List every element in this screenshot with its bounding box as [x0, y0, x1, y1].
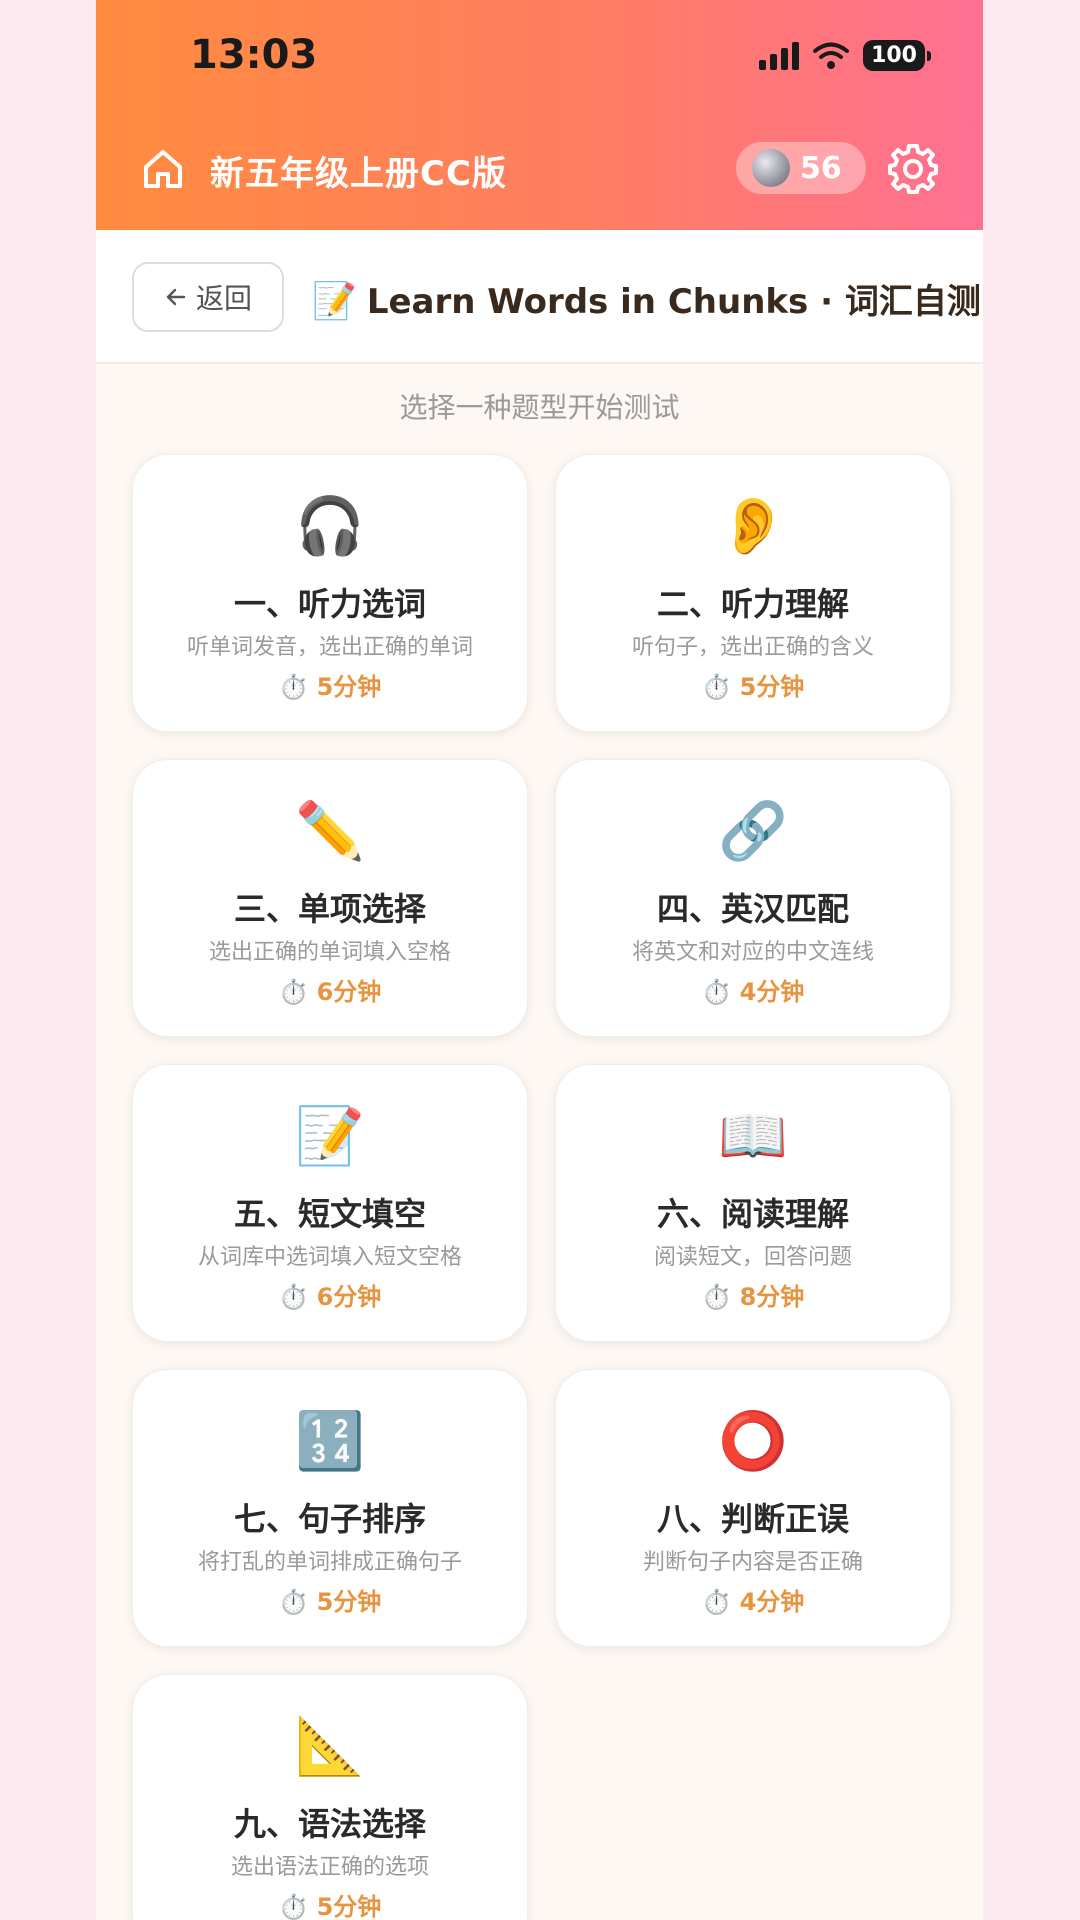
stopwatch-icon: ⏱️: [701, 1283, 732, 1311]
card-title: 七、句子排序: [233, 1500, 426, 1538]
ear-icon: 👂: [718, 494, 788, 559]
card-title: 一、听力选词: [233, 585, 426, 623]
question-type-card[interactable]: ✏️ 三、单项选择选出正确的单词填入空格 ⏱️ 6分钟: [132, 759, 528, 1037]
headphones-icon: 🎧: [295, 494, 365, 559]
stopwatch-icon: ⏱️: [701, 673, 732, 701]
question-type-card[interactable]: ⭕ 八、判断正误判断句子内容是否正确 ⏱️ 4分钟: [555, 1369, 951, 1647]
stopwatch-icon: ⏱️: [701, 1588, 732, 1616]
section-subtitle: 选择一种题型开始测试: [399, 391, 680, 424]
stopwatch-icon: ⏱️: [278, 1283, 309, 1311]
card-duration: ⏱️ 5分钟: [556, 667, 950, 702]
question-type-card[interactable]: 🎧 一、听力选词听单词发音，选出正确的单词 ⏱️ 5分钟: [132, 454, 528, 732]
card-duration-text: 4分钟: [739, 1588, 805, 1616]
gear-icon[interactable]: [886, 142, 940, 196]
card-duration: ⏱️ 8分钟: [556, 1277, 950, 1312]
question-type-card[interactable]: 📖 六、阅读理解阅读短文，回答问题 ⏱️ 8分钟: [555, 1064, 951, 1342]
card-duration: ⏱️ 5分钟: [133, 1582, 527, 1617]
card-duration-text: 4分钟: [739, 978, 805, 1006]
home-icon[interactable]: [140, 146, 186, 192]
card-description: 听单词发音，选出正确的单词: [186, 635, 473, 660]
card-duration-text: 5分钟: [739, 673, 805, 701]
back-button[interactable]: 返回: [132, 262, 284, 332]
card-description: 听句子，选出正确的含义: [631, 635, 874, 660]
status-icons: 100: [759, 40, 931, 71]
question-type-card[interactable]: 🔗 四、英汉匹配将英文和对应的中文连线 ⏱️ 4分钟: [555, 759, 951, 1037]
coin-balance[interactable]: 56: [736, 142, 866, 194]
battery-icon: 100: [863, 40, 931, 71]
card-description: 阅读短文，回答问题: [653, 1245, 852, 1270]
top-bar: 13:03 100 新五年级上册CC版 56: [96, 0, 983, 230]
card-title: 二、听力理解: [656, 585, 849, 623]
card-title: 九、语法选择: [233, 1805, 426, 1843]
arrow-left-icon: [166, 288, 186, 306]
card-title: 五、短文填空: [233, 1195, 426, 1233]
card-description: 选出语法正确的选项: [230, 1855, 429, 1880]
card-duration: ⏱️ 6分钟: [133, 1277, 527, 1312]
card-duration-text: 5分钟: [316, 1588, 382, 1616]
card-duration-text: 8分钟: [739, 1283, 805, 1311]
open-book-icon: 📖: [718, 1104, 788, 1169]
question-type-card[interactable]: 👂 二、听力理解听句子，选出正确的含义 ⏱️ 5分钟: [555, 454, 951, 732]
card-duration-text: 6分钟: [316, 1283, 382, 1311]
back-button-label: 返回: [195, 282, 252, 315]
circle-icon: ⭕: [718, 1409, 788, 1474]
stopwatch-icon: ⏱️: [278, 1893, 309, 1920]
card-title: 八、判断正误: [656, 1500, 849, 1538]
card-title: 三、单项选择: [233, 890, 426, 928]
memo-icon: 📝: [295, 1104, 365, 1169]
card-duration-text: 6分钟: [316, 978, 382, 1006]
stopwatch-icon: ⏱️: [278, 673, 309, 701]
stopwatch-icon: ⏱️: [701, 978, 732, 1006]
card-duration: ⏱️ 4分钟: [556, 972, 950, 1007]
question-type-card[interactable]: 📝 五、短文填空从词库中选词填入短文空格 ⏱️ 6分钟: [132, 1064, 528, 1342]
card-title: 四、英汉匹配: [656, 890, 849, 928]
coin-count: 56: [800, 150, 842, 186]
status-time: 13:03: [190, 32, 318, 78]
card-duration: ⏱️ 4分钟: [556, 1582, 950, 1617]
card-description: 选出正确的单词填入空格: [208, 940, 451, 965]
card-duration-text: 5分钟: [316, 673, 382, 701]
stopwatch-icon: ⏱️: [278, 1588, 309, 1616]
wifi-icon: [813, 42, 850, 69]
pencil-icon: ✏️: [295, 799, 365, 864]
card-description: 从词库中选词填入短文空格: [197, 1245, 462, 1270]
memo-icon: 📝: [312, 281, 357, 322]
card-duration: ⏱️ 5分钟: [133, 667, 527, 702]
card-description: 将打乱的单词排成正确句子: [197, 1550, 462, 1575]
card-description: 判断句子内容是否正确: [642, 1550, 863, 1575]
question-type-card[interactable]: 🔢 七、句子排序将打乱的单词排成正确句子 ⏱️ 5分钟: [132, 1369, 528, 1647]
triangle-ruler-icon: 📐: [295, 1714, 365, 1779]
card-duration: ⏱️ 6分钟: [133, 972, 527, 1007]
link-icon: 🔗: [718, 799, 788, 864]
card-duration-text: 5分钟: [316, 1893, 382, 1920]
page-title: 📝 Learn Words in Chunks · 词汇自测: [312, 274, 981, 323]
numbers-icon: 🔢: [295, 1409, 365, 1474]
app-screen: 13:03 100 新五年级上册CC版 56 返回 📝 Learn Words …: [96, 0, 983, 1920]
card-duration: ⏱️ 5分钟: [133, 1887, 527, 1920]
app-title: 新五年级上册CC版: [210, 154, 507, 194]
question-type-card[interactable]: 📐 九、语法选择选出语法正确的选项 ⏱️ 5分钟: [132, 1674, 528, 1920]
stopwatch-icon: ⏱️: [278, 978, 309, 1006]
card-title: 六、阅读理解: [656, 1195, 849, 1233]
card-description: 将英文和对应的中文连线: [631, 940, 874, 965]
page-title-text: Learn Words in Chunks · 词汇自测: [366, 282, 981, 322]
signal-icon: [759, 41, 800, 70]
coin-icon: [752, 149, 790, 187]
page-header: 返回 📝 Learn Words in Chunks · 词汇自测: [96, 230, 983, 364]
